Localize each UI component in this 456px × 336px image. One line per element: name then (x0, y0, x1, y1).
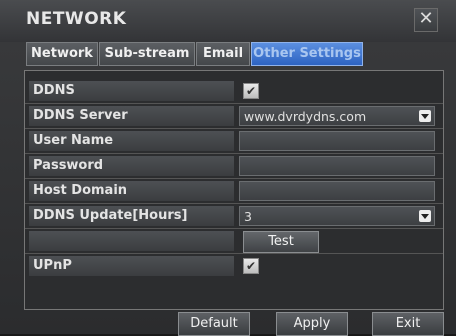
ddns-server-select[interactable]: www.dvrdydns.com (239, 106, 435, 126)
exit-button[interactable]: Exit (372, 312, 444, 336)
user-name-field[interactable] (239, 131, 435, 151)
row-ddns-server: DDNS Server www.dvrdydns.com (25, 104, 443, 129)
upnp-checkbox[interactable]: ✔ (243, 258, 259, 274)
close-icon[interactable]: ✕ (414, 8, 438, 32)
row-ddns-update: DDNS Update[Hours] 3 (25, 204, 443, 229)
apply-button[interactable]: Apply (276, 312, 348, 336)
password-field[interactable] (239, 156, 435, 176)
ddns-server-value: www.dvrdydns.com (244, 109, 367, 124)
test-row-label (29, 231, 234, 251)
network-settings-window: NETWORK ✕ Network Sub-stream Email Other… (0, 0, 456, 336)
tab-network[interactable]: Network (26, 42, 98, 66)
title-bar: NETWORK ✕ (0, 0, 456, 42)
chevron-down-icon[interactable] (419, 110, 431, 122)
row-user-name: User Name (25, 129, 443, 154)
user-name-label: User Name (29, 131, 234, 151)
row-ddns: DDNS ✔ (25, 79, 443, 104)
host-domain-label: Host Domain (29, 181, 234, 201)
row-host-domain: Host Domain (25, 179, 443, 204)
tab-other-settings[interactable]: Other Settings (251, 42, 363, 66)
upnp-label: UPnP (29, 256, 234, 276)
ddns-label: DDNS (29, 81, 234, 101)
password-label: Password (29, 156, 234, 176)
row-upnp: UPnP ✔ (25, 254, 443, 278)
ddns-checkbox[interactable]: ✔ (243, 83, 259, 99)
chevron-down-icon[interactable] (419, 210, 431, 222)
tab-email[interactable]: Email (196, 42, 250, 66)
host-domain-field[interactable] (239, 181, 435, 201)
row-test: Test (25, 229, 443, 254)
ddns-update-select[interactable]: 3 (239, 206, 435, 226)
default-button[interactable]: Default (178, 312, 250, 336)
window-title: NETWORK (26, 9, 127, 29)
ddns-update-label: DDNS Update[Hours] (29, 206, 234, 226)
tab-sub-stream[interactable]: Sub-stream (99, 42, 195, 66)
ddns-update-value: 3 (244, 209, 252, 224)
test-button[interactable]: Test (243, 231, 319, 253)
ddns-server-label: DDNS Server (29, 106, 234, 126)
settings-panel: DDNS ✔ DDNS Server www.dvrdydns.com User… (24, 70, 444, 310)
row-password: Password (25, 154, 443, 179)
